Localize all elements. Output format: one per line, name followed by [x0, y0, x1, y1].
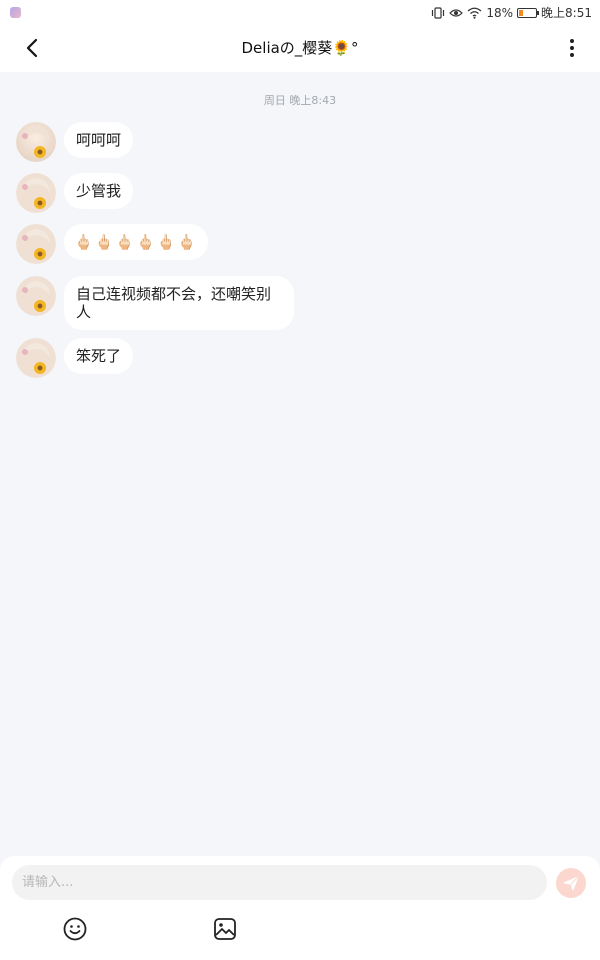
emoji-button[interactable]	[62, 916, 88, 942]
message-bubble[interactable]: 🖕🏻🖕🏻🖕🏻🖕🏻🖕🏻🖕🏻	[64, 224, 209, 260]
message-row: 少管我	[16, 173, 134, 213]
image-button[interactable]	[212, 916, 238, 942]
message-row: 自己连视频都不会，还嘲笑别人	[16, 276, 294, 330]
avatar[interactable]	[16, 276, 56, 316]
avatar[interactable]	[16, 224, 56, 264]
battery-icon	[517, 7, 540, 18]
chat-timestamp: 周日 晚上8:43	[263, 94, 337, 107]
emoji-icon	[63, 917, 87, 941]
app-icon	[10, 7, 21, 18]
message-bubble[interactable]: 呵呵呵	[64, 122, 134, 158]
status-bar: 18% 晚上8:51	[0, 0, 600, 24]
eye-icon	[449, 8, 464, 17]
more-vertical-icon	[570, 39, 574, 57]
wifi-icon	[467, 7, 482, 19]
send-button[interactable]	[556, 868, 586, 898]
status-indicators: 18% 晚上8:51	[431, 4, 592, 21]
image-icon	[214, 918, 236, 940]
battery-percent: 18%	[486, 5, 514, 20]
message-row: 呵呵呵	[16, 122, 134, 162]
chat-title: Deliaの_樱葵🌻°	[241, 39, 359, 57]
more-options-button[interactable]	[558, 34, 586, 62]
message-bubble[interactable]: 自己连视频都不会，还嘲笑别人	[64, 276, 294, 330]
chat-header: Deliaの_樱葵🌻°	[0, 24, 600, 72]
status-time: 晚上8:51	[541, 6, 592, 20]
message-bubble[interactable]: 少管我	[64, 173, 134, 209]
message-input[interactable]	[12, 865, 547, 900]
avatar[interactable]	[16, 338, 56, 378]
send-icon	[563, 876, 579, 891]
message-bubble[interactable]: 笨死了	[64, 338, 134, 374]
message-row: 🖕🏻🖕🏻🖕🏻🖕🏻🖕🏻🖕🏻	[16, 224, 209, 264]
vibrate-icon	[432, 6, 445, 19]
avatar[interactable]	[16, 122, 56, 162]
composer	[0, 856, 600, 960]
avatar[interactable]	[16, 173, 56, 213]
message-row: 笨死了	[16, 338, 134, 378]
